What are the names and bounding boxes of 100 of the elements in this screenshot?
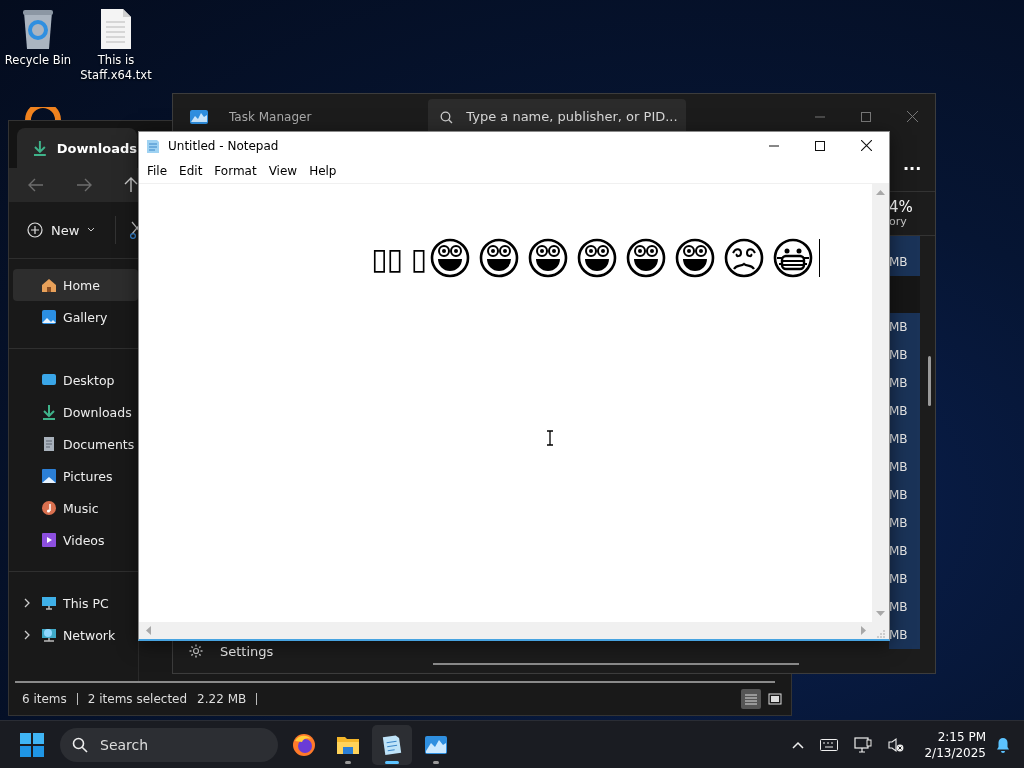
up-arrow-icon[interactable] bbox=[124, 177, 138, 193]
start-button[interactable] bbox=[20, 732, 44, 757]
memory-cell: MB bbox=[889, 481, 920, 509]
window-title: Untitled - Notepad bbox=[168, 138, 279, 153]
notepad-icon bbox=[380, 732, 404, 757]
taskbar-search-box[interactable]: Search bbox=[60, 727, 278, 762]
clock-time[interactable]: 2:15 PM bbox=[937, 728, 986, 745]
gallery-icon bbox=[41, 309, 57, 325]
back-arrow-icon[interactable] bbox=[28, 178, 44, 192]
muted-speaker-icon[interactable] bbox=[888, 736, 905, 753]
memory-cell: MB bbox=[889, 593, 920, 621]
memory-cell: MB bbox=[889, 369, 920, 397]
desktop-icon bbox=[41, 372, 57, 388]
sidebar-item[interactable]: Music bbox=[13, 492, 138, 524]
search-icon bbox=[440, 110, 454, 124]
ring-icon[interactable] bbox=[25, 107, 61, 120]
picture-icon bbox=[41, 468, 57, 484]
document-text: ▯▯ ▯ bbox=[371, 240, 427, 276]
masked-face-icon bbox=[773, 238, 814, 278]
keyboard-icon[interactable] bbox=[820, 738, 839, 751]
window-title: Task Manager bbox=[229, 109, 312, 124]
document-icon bbox=[41, 436, 57, 452]
chevron-up-icon[interactable] bbox=[792, 740, 805, 749]
memory-cell: MB bbox=[889, 537, 920, 565]
download-icon bbox=[41, 404, 57, 420]
selection-size: 2.22 MB bbox=[197, 692, 247, 706]
scissors-icon[interactable] bbox=[130, 221, 139, 239]
tab-title: Downloads bbox=[56, 140, 137, 156]
horizontal-scrollbar[interactable] bbox=[139, 622, 889, 639]
network-icon[interactable] bbox=[854, 736, 873, 753]
chart-icon bbox=[190, 109, 208, 124]
more-options-button[interactable]: ... bbox=[889, 139, 935, 191]
grinning-face-icon bbox=[430, 238, 471, 278]
new-button[interactable]: New bbox=[21, 218, 102, 242]
sidebar-item[interactable]: Home bbox=[13, 269, 138, 301]
item-count: 6 items bbox=[22, 692, 67, 706]
recycle-bin-icon[interactable] bbox=[21, 8, 55, 50]
group-row[interactable] bbox=[889, 276, 920, 313]
monitor-icon bbox=[41, 595, 57, 611]
sidebar-item[interactable]: Pictures bbox=[13, 460, 138, 492]
network-icon bbox=[41, 627, 57, 643]
column-header[interactable]: ory bbox=[889, 215, 907, 229]
memory-cell: MB bbox=[889, 248, 920, 276]
forward-arrow-icon[interactable] bbox=[76, 178, 92, 192]
sidebar-item[interactable]: Network bbox=[13, 619, 138, 651]
sidebar-item[interactable]: Videos bbox=[13, 524, 138, 556]
maximize-icon bbox=[815, 140, 825, 151]
list-icon bbox=[744, 693, 758, 705]
video-icon bbox=[41, 532, 57, 548]
scrollbar-thumb[interactable] bbox=[928, 356, 931, 406]
browser-icon bbox=[292, 732, 316, 757]
grinning-face-icon bbox=[675, 238, 716, 278]
chevron-icon[interactable] bbox=[23, 630, 31, 640]
desktop-icon-label[interactable]: Recycle Bin bbox=[0, 53, 78, 68]
text-caret bbox=[819, 239, 821, 277]
maximize-icon bbox=[861, 111, 871, 122]
plus-icon bbox=[27, 222, 43, 238]
music-icon bbox=[41, 500, 57, 516]
sidebar-item[interactable]: Documents bbox=[13, 428, 138, 460]
menu-item[interactable]: Edit bbox=[173, 162, 209, 180]
horizontal-scrollbar[interactable] bbox=[433, 663, 799, 665]
house-icon bbox=[41, 277, 57, 293]
menu-item[interactable]: Format bbox=[208, 162, 263, 180]
clock-date[interactable]: 2/13/2025 bbox=[924, 744, 986, 761]
menu-item[interactable]: View bbox=[262, 162, 304, 180]
memory-cell: MB bbox=[889, 313, 920, 341]
desktop-icon-label[interactable]: This is Staff.x64.txt bbox=[76, 53, 156, 83]
caret-icon bbox=[87, 227, 96, 233]
chevron-icon[interactable] bbox=[23, 598, 31, 608]
bell-icon[interactable] bbox=[996, 736, 1010, 753]
selection-count: 2 items selected bbox=[87, 692, 188, 706]
sidebar-item[interactable]: Gallery bbox=[13, 301, 138, 333]
memory-cell: MB bbox=[889, 453, 920, 481]
text-file-icon[interactable] bbox=[99, 8, 133, 50]
sidebar-item[interactable]: Desktop bbox=[13, 364, 138, 396]
download-icon bbox=[33, 140, 47, 156]
column-value: 4% bbox=[889, 198, 913, 216]
memory-cell: MB bbox=[889, 509, 920, 537]
close-icon bbox=[860, 140, 872, 151]
settings-nav-item[interactable]: Settings bbox=[173, 641, 411, 661]
settings-icon bbox=[188, 643, 204, 659]
memory-cell: MB bbox=[889, 425, 920, 453]
taskbar-app-button[interactable] bbox=[372, 724, 412, 765]
close-icon bbox=[906, 111, 918, 122]
resize-grip-icon[interactable] bbox=[877, 629, 885, 638]
i-beam-cursor-icon bbox=[546, 430, 554, 446]
grinning-face-icon bbox=[479, 238, 520, 278]
menu-item[interactable]: File bbox=[141, 162, 174, 180]
grinning-face-icon bbox=[577, 238, 618, 278]
dizzy-face-icon bbox=[724, 238, 765, 278]
notepad-icon bbox=[146, 137, 160, 154]
grinning-face-icon bbox=[528, 238, 569, 278]
sidebar-item[interactable]: Downloads bbox=[13, 396, 138, 428]
menu-item[interactable]: Help bbox=[303, 162, 343, 180]
memory-cell: MB bbox=[889, 565, 920, 593]
memory-cell: MB bbox=[889, 397, 920, 425]
grinning-face-icon bbox=[626, 238, 667, 278]
table-row[interactable] bbox=[889, 236, 920, 248]
window-tab[interactable]: Downloads bbox=[17, 128, 137, 168]
sidebar-item[interactable]: This PC bbox=[13, 587, 138, 619]
